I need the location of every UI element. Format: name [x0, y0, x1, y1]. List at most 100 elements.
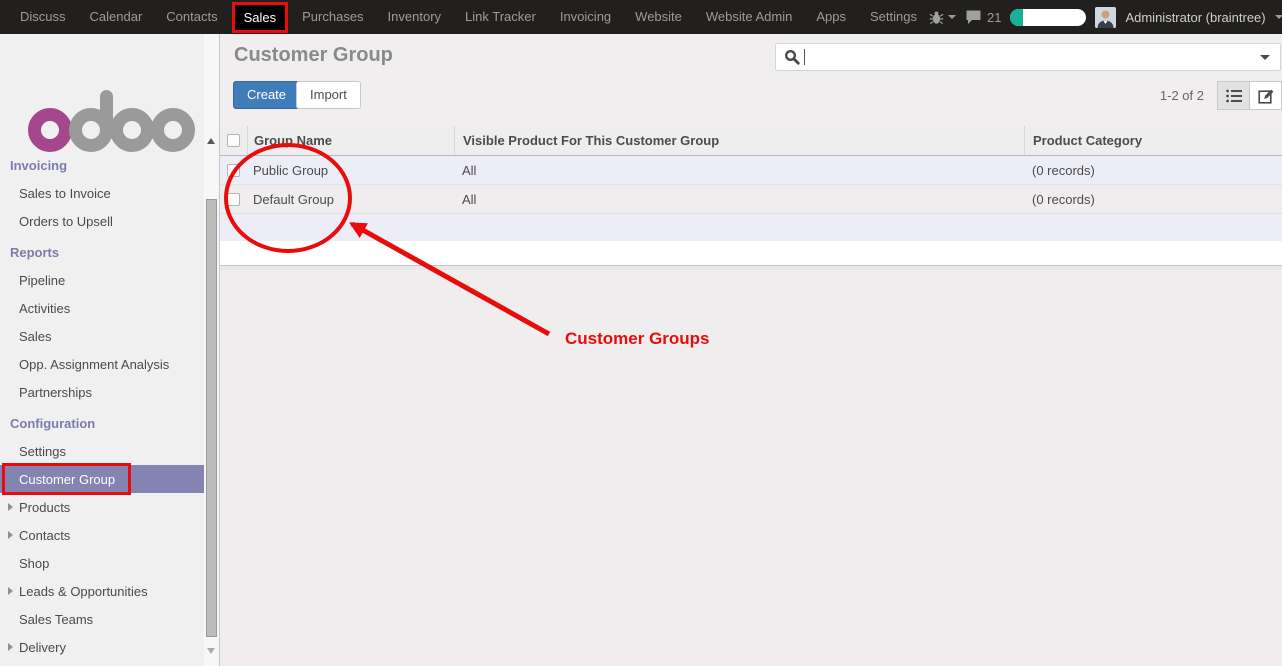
search-bar[interactable] — [775, 43, 1281, 71]
sidebar-item-orders-to-upsell[interactable]: Orders to Upsell — [0, 207, 204, 235]
sidebar-item-leads-opportunities[interactable]: Leads & Opportunities — [0, 577, 204, 605]
nav-item-sales-active[interactable]: Sales — [232, 2, 289, 33]
cell-group-name: Default Group — [247, 192, 454, 207]
sidebar-item-label: Contacts — [19, 528, 70, 543]
nav-item-discuss[interactable]: Discuss — [8, 0, 78, 34]
sidebar-section-configuration: Configuration — [0, 409, 204, 437]
user-photo-icon — [1095, 7, 1116, 28]
sidebar-item-label: Customer Group — [19, 472, 115, 487]
caret-down-icon[interactable] — [1275, 15, 1282, 19]
nav-item-apps[interactable]: Apps — [804, 0, 858, 34]
list-icon — [1226, 89, 1242, 103]
sidebar-item-delivery[interactable]: Delivery — [0, 633, 204, 661]
avatar[interactable] — [1095, 7, 1116, 28]
view-switcher — [1217, 81, 1282, 110]
row-checkbox[interactable] — [227, 193, 240, 206]
control-panel: Customer Group Create Import 1-2 of 2 — [220, 34, 1282, 126]
sidebar-item-customer-group-selected[interactable]: Customer Group — [0, 465, 204, 493]
nav-item-invoicing[interactable]: Invoicing — [548, 0, 623, 34]
magnifier-icon — [784, 49, 800, 65]
select-all-checkbox[interactable] — [227, 134, 240, 147]
table-header-row: Group Name Visible Product For This Cust… — [220, 126, 1282, 156]
top-navbar: Discuss Calendar Contacts Sales Purchase… — [0, 0, 1282, 34]
create-button[interactable]: Create — [233, 81, 300, 109]
row-checkbox[interactable] — [227, 164, 240, 177]
sidebar-item-partnerships[interactable]: Partnerships — [0, 378, 204, 406]
nav-item-inventory[interactable]: Inventory — [376, 0, 453, 34]
pager-range: 1-2 of 2 — [1160, 88, 1204, 103]
text-cursor — [804, 49, 805, 65]
import-button[interactable]: Import — [296, 81, 361, 109]
cell-visible-product: All — [454, 163, 1024, 178]
bug-icon — [929, 10, 944, 25]
chat-bubble-icon — [965, 9, 982, 25]
navbar-right-cluster: 21 Administrator (braintree) — [929, 7, 1282, 28]
scrollbar-up-arrow-icon[interactable] — [207, 138, 215, 144]
planner-progress-bar[interactable] — [1010, 9, 1086, 26]
search-filters-caret-icon[interactable] — [1260, 55, 1270, 60]
sidebar-item-sales[interactable]: Sales — [0, 322, 204, 350]
cell-product-category: (0 records) — [1024, 192, 1282, 207]
sidebar-item-settings[interactable]: Settings — [0, 437, 204, 465]
planner-progress-fill — [1010, 9, 1023, 26]
table-row-default-group[interactable]: Default Group All (0 records) — [220, 185, 1282, 214]
sidebar-item-sales-teams[interactable]: Sales Teams — [0, 605, 204, 633]
column-header-visible-product[interactable]: Visible Product For This Customer Group — [454, 126, 1024, 155]
user-menu-button[interactable]: Administrator (braintree) — [1125, 10, 1265, 25]
nav-item-contacts[interactable]: Contacts — [154, 0, 229, 34]
sidebar-section-reports: Reports — [0, 238, 204, 266]
odoo-logo-o2 — [110, 108, 154, 152]
odoo-logo-d-ring — [69, 108, 113, 152]
cell-group-name: Public Group — [247, 163, 454, 178]
table-filler — [220, 241, 1282, 266]
edit-pencil-icon — [1258, 88, 1274, 104]
form-view-button[interactable] — [1249, 81, 1282, 110]
expand-caret-icon — [8, 587, 13, 595]
search-input[interactable] — [810, 45, 1260, 69]
sidebar-item-label: Leads & Opportunities — [19, 584, 148, 599]
message-count-badge: 21 — [987, 10, 1001, 25]
sidebar-item-label: Delivery — [19, 640, 66, 655]
sidebar-item-contacts[interactable]: Contacts — [0, 521, 204, 549]
table-row-public-group[interactable]: Public Group All (0 records) — [220, 156, 1282, 185]
sidebar-menu: Invoicing Sales to Invoice Orders to Ups… — [0, 148, 204, 661]
expand-caret-icon — [8, 643, 13, 651]
nav-item-link-tracker[interactable]: Link Tracker — [453, 0, 548, 34]
cell-visible-product: All — [454, 192, 1024, 207]
odoo-logo-o-magenta — [28, 108, 72, 152]
sidebar-item-products[interactable]: Products — [0, 493, 204, 521]
nav-item-website[interactable]: Website — [623, 0, 694, 34]
nav-item-settings[interactable]: Settings — [858, 0, 929, 34]
sidebar-item-pipeline[interactable]: Pipeline — [0, 266, 204, 294]
sidebar-scrollbar — [204, 34, 219, 666]
debug-menu-button[interactable] — [929, 10, 956, 25]
odoo-app-window: Discuss Calendar Contacts Sales Purchase… — [0, 0, 1282, 666]
expand-caret-icon — [8, 531, 13, 539]
list-view-button[interactable] — [1217, 81, 1250, 110]
main-content: Customer Group Create Import 1-2 of 2 — [220, 34, 1282, 666]
caret-down-icon — [948, 15, 956, 19]
column-header-product-category[interactable]: Product Category — [1024, 126, 1282, 155]
sidebar-item-shop[interactable]: Shop — [0, 549, 204, 577]
nav-item-calendar[interactable]: Calendar — [78, 0, 155, 34]
table-empty-stripe-row — [220, 214, 1282, 241]
column-header-group-name[interactable]: Group Name — [247, 126, 454, 155]
sidebar-item-label: Products — [19, 500, 70, 515]
table-bottom-edge — [220, 266, 1282, 270]
nav-item-purchases[interactable]: Purchases — [290, 0, 375, 34]
page-title: Customer Group — [234, 44, 393, 67]
messages-button[interactable] — [965, 9, 982, 25]
sidebar-item-activities[interactable]: Activities — [0, 294, 204, 322]
sidebar-item-opp-assignment-analysis[interactable]: Opp. Assignment Analysis — [0, 350, 204, 378]
customer-group-list: Group Name Visible Product For This Cust… — [220, 126, 1282, 270]
sidebar-section-invoicing: Invoicing — [0, 151, 204, 179]
scrollbar-down-arrow-icon[interactable] — [207, 648, 215, 654]
nav-item-website-admin[interactable]: Website Admin — [694, 0, 804, 34]
odoo-logo-o3 — [151, 108, 195, 152]
cell-product-category: (0 records) — [1024, 163, 1282, 178]
sidebar-item-sales-to-invoice[interactable]: Sales to Invoice — [0, 179, 204, 207]
sidebar: Invoicing Sales to Invoice Orders to Ups… — [0, 34, 220, 666]
scrollbar-thumb[interactable] — [206, 199, 217, 637]
odoo-logo[interactable] — [28, 90, 198, 154]
expand-caret-icon — [8, 503, 13, 511]
